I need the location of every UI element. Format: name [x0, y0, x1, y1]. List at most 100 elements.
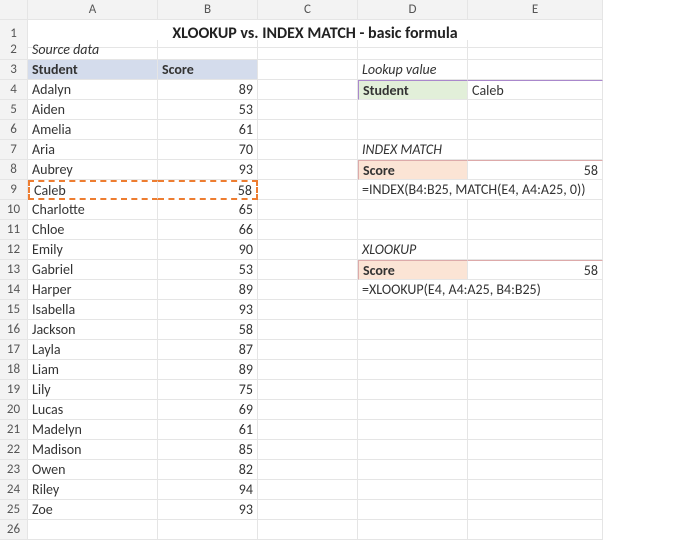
- cell-D5[interactable]: [358, 100, 468, 120]
- cell-B4[interactable]: 89: [158, 80, 258, 100]
- cell-B15[interactable]: 93: [158, 300, 258, 320]
- cell-E21[interactable]: [468, 420, 603, 440]
- cell-D22[interactable]: [358, 440, 468, 460]
- cell-E22[interactable]: [468, 440, 603, 460]
- row-header-26[interactable]: 26: [0, 520, 28, 540]
- cell-D23[interactable]: [358, 460, 468, 480]
- cell-A22[interactable]: Madison: [28, 440, 158, 460]
- cell-A14[interactable]: Harper: [28, 280, 158, 300]
- cell-E5[interactable]: [468, 100, 603, 120]
- cell-D25[interactable]: [358, 500, 468, 520]
- cell-B23[interactable]: 82: [158, 460, 258, 480]
- row-header-17[interactable]: 17: [0, 340, 28, 360]
- cell-C26[interactable]: [258, 520, 358, 540]
- row-header-9[interactable]: 9: [0, 180, 28, 200]
- cell-C16[interactable]: [258, 320, 358, 340]
- row-header-18[interactable]: 18: [0, 360, 28, 380]
- cell-B17[interactable]: 87: [158, 340, 258, 360]
- cell-C15[interactable]: [258, 300, 358, 320]
- cell-C19[interactable]: [258, 380, 358, 400]
- cell-C20[interactable]: [258, 400, 358, 420]
- row-header-21[interactable]: 21: [0, 420, 28, 440]
- row-header-16[interactable]: 16: [0, 320, 28, 340]
- cell-C14[interactable]: [258, 280, 358, 300]
- cell-C7[interactable]: [258, 140, 358, 160]
- cell-C3[interactable]: [258, 60, 358, 80]
- cell-C25[interactable]: [258, 500, 358, 520]
- cell-D11[interactable]: [358, 220, 468, 240]
- row-header-11[interactable]: 11: [0, 220, 28, 240]
- cell-C17[interactable]: [258, 340, 358, 360]
- cell-B7[interactable]: 70: [158, 140, 258, 160]
- cell-E20[interactable]: [468, 400, 603, 420]
- cell-A13[interactable]: Gabriel: [28, 260, 158, 280]
- cell-A9[interactable]: Caleb: [28, 180, 158, 200]
- row-header-23[interactable]: 23: [0, 460, 28, 480]
- cell-C13[interactable]: [258, 260, 358, 280]
- cell-B11[interactable]: 66: [158, 220, 258, 240]
- cell-E10[interactable]: [468, 200, 603, 220]
- cell-C9[interactable]: [258, 180, 358, 200]
- cell-A2[interactable]: Source data: [28, 40, 158, 60]
- cell-E11[interactable]: [468, 220, 603, 240]
- cell-C10[interactable]: [258, 200, 358, 220]
- col-header-A[interactable]: A: [28, 0, 158, 20]
- cell-A20[interactable]: Lucas: [28, 400, 158, 420]
- cell-C24[interactable]: [258, 480, 358, 500]
- cell-C23[interactable]: [258, 460, 358, 480]
- cell-A6[interactable]: Amelia: [28, 120, 158, 140]
- row-header-22[interactable]: 22: [0, 440, 28, 460]
- cell-D26[interactable]: [358, 520, 468, 540]
- cell-B26[interactable]: [158, 520, 258, 540]
- cell-E13[interactable]: 58: [468, 260, 603, 280]
- cell-E23[interactable]: [468, 460, 603, 480]
- cell-E16[interactable]: [468, 320, 603, 340]
- cell-D7[interactable]: INDEX MATCH: [358, 140, 468, 160]
- cell-C6[interactable]: [258, 120, 358, 140]
- cell-A10[interactable]: Charlotte: [28, 200, 158, 220]
- row-header-3[interactable]: 3: [0, 60, 28, 80]
- row-header-10[interactable]: 10: [0, 200, 28, 220]
- cell-E4[interactable]: Caleb: [468, 80, 603, 100]
- cell-B8[interactable]: 93: [158, 160, 258, 180]
- col-header-B[interactable]: B: [158, 0, 258, 20]
- cell-A3[interactable]: Student: [28, 60, 158, 80]
- cell-D12[interactable]: XLOOKUP: [358, 240, 468, 260]
- cell-D16[interactable]: [358, 320, 468, 340]
- cell-D3[interactable]: Lookup value: [358, 60, 468, 80]
- cell-B12[interactable]: 90: [158, 240, 258, 260]
- cell-C4[interactable]: [258, 80, 358, 100]
- cell-D19[interactable]: [358, 380, 468, 400]
- cell-B14[interactable]: 89: [158, 280, 258, 300]
- cell-D9[interactable]: =INDEX(B4:B25, MATCH(E4, A4:A25, 0)): [358, 180, 603, 200]
- cell-A21[interactable]: Madelyn: [28, 420, 158, 440]
- cell-E25[interactable]: [468, 500, 603, 520]
- row-header-12[interactable]: 12: [0, 240, 28, 260]
- cell-E7[interactable]: [468, 140, 603, 160]
- cell-C5[interactable]: [258, 100, 358, 120]
- row-header-14[interactable]: 14: [0, 280, 28, 300]
- row-header-6[interactable]: 6: [0, 120, 28, 140]
- cell-C8[interactable]: [258, 160, 358, 180]
- spreadsheet-grid[interactable]: A B C D E 1 XLOOKUP vs. INDEX MATCH - ba…: [0, 0, 700, 540]
- cell-C12[interactable]: [258, 240, 358, 260]
- cell-D13[interactable]: Score: [358, 260, 468, 280]
- cell-A17[interactable]: Layla: [28, 340, 158, 360]
- cell-E17[interactable]: [468, 340, 603, 360]
- cell-A7[interactable]: Aria: [28, 140, 158, 160]
- cell-E18[interactable]: [468, 360, 603, 380]
- cell-D24[interactable]: [358, 480, 468, 500]
- cell-A5[interactable]: Aiden: [28, 100, 158, 120]
- cell-B16[interactable]: 58: [158, 320, 258, 340]
- cell-A25[interactable]: Zoe: [28, 500, 158, 520]
- cell-B22[interactable]: 85: [158, 440, 258, 460]
- cell-C18[interactable]: [258, 360, 358, 380]
- col-header-E[interactable]: E: [468, 0, 603, 20]
- cell-E12[interactable]: [468, 240, 603, 260]
- row-header-4[interactable]: 4: [0, 80, 28, 100]
- cell-E6[interactable]: [468, 120, 603, 140]
- cell-C22[interactable]: [258, 440, 358, 460]
- cell-B18[interactable]: 89: [158, 360, 258, 380]
- cell-E15[interactable]: [468, 300, 603, 320]
- cell-D17[interactable]: [358, 340, 468, 360]
